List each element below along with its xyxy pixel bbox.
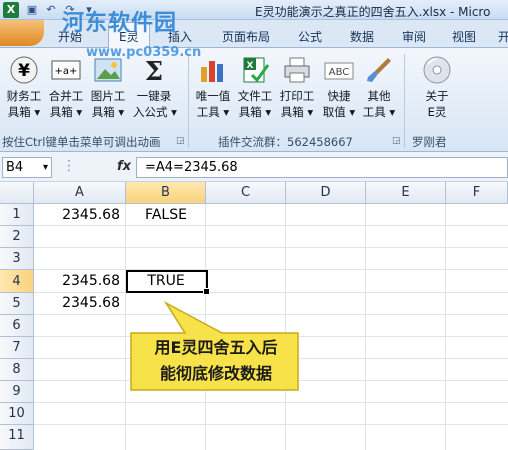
callout-line-2: 能彻底修改数据 xyxy=(159,364,272,383)
callout-line-1: 用E灵四舍五入后 xyxy=(154,338,278,357)
callout-text: 用E灵四舍五入后 能彻底修改数据 xyxy=(137,335,295,387)
